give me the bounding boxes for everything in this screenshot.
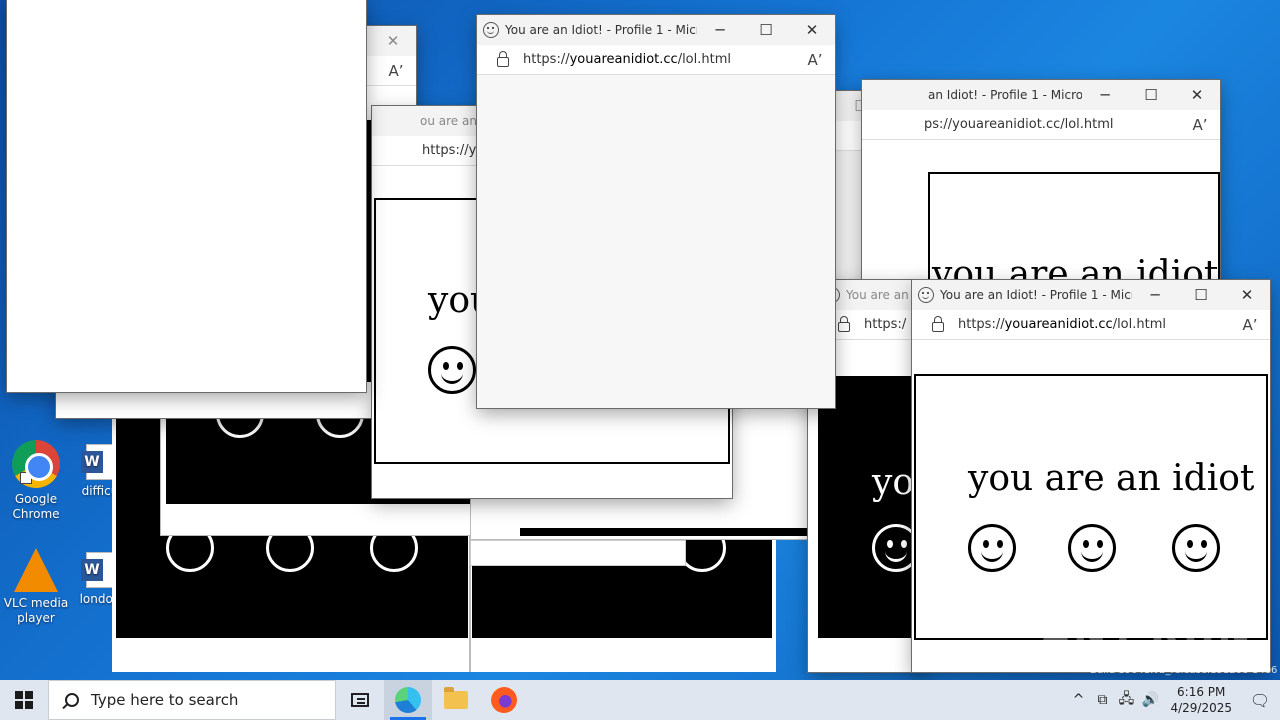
taskbar-file-explorer[interactable] xyxy=(432,680,480,720)
display-icon[interactable]: ⧉ xyxy=(1090,692,1114,708)
minimize-icon[interactable]: ─ xyxy=(697,15,743,45)
address-bar[interactable]: https://youareanidiot.cc/lol.html A’ xyxy=(912,310,1270,340)
title-bar[interactable]: You are an Idiot! - Profile 1 - Micro...… xyxy=(912,280,1270,310)
network-icon[interactable]: 🖧 xyxy=(1114,688,1138,712)
idiot-page-box: you are an idiot xyxy=(914,374,1268,640)
maximize-icon[interactable]: ☐ xyxy=(1128,80,1174,110)
read-aloud-icon[interactable]: A’ xyxy=(1230,316,1270,334)
desktop-icon-label: VLC media player xyxy=(3,596,69,625)
desktop-icon-label: Google Chrome xyxy=(12,492,60,521)
search-icon xyxy=(65,693,79,707)
chevron-up-icon[interactable]: ^ xyxy=(1066,692,1090,708)
maximize-icon[interactable]: ☐ xyxy=(743,15,789,45)
smiley-icon xyxy=(968,524,1016,572)
taskbar-search[interactable]: Type here to search xyxy=(48,680,336,720)
idiot-text: yo xyxy=(872,462,915,503)
word-document-icon xyxy=(81,444,114,480)
volume-icon[interactable]: 🔊 xyxy=(1138,692,1162,708)
blank-window[interactable] xyxy=(7,0,366,392)
url-text[interactable]: ps://youareanidiot.cc/lol.html xyxy=(862,117,1180,132)
idiot-text: you are an idiot xyxy=(968,458,1255,499)
smiley-icon xyxy=(428,346,476,394)
maximize-icon[interactable]: ☐ xyxy=(1178,280,1224,310)
folder-icon xyxy=(444,687,468,709)
clock[interactable]: 6:16 PM 4/29/2025 xyxy=(1162,684,1240,716)
notification-icon[interactable]: 🗨 xyxy=(1240,680,1280,720)
close-icon[interactable]: ✕ xyxy=(789,15,835,45)
windows-logo-icon xyxy=(15,691,33,709)
read-aloud-icon[interactable]: A’ xyxy=(376,62,416,80)
smiley-tab-icon xyxy=(483,22,499,38)
lock-icon xyxy=(497,50,509,67)
read-aloud-icon[interactable]: A’ xyxy=(795,51,835,69)
edge-icon xyxy=(395,687,421,713)
task-view-button[interactable] xyxy=(336,680,384,720)
window-title: You are an Idiot! - Profile 1 - Micro... xyxy=(505,23,697,37)
title-bar[interactable]: an Idiot! - Profile 1 - Micro... ─ ☐ ✕ xyxy=(862,80,1220,110)
page-content xyxy=(477,75,835,408)
search-placeholder: Type here to search xyxy=(91,691,239,709)
desktop: Google Chrome difficu VLC media player l… xyxy=(0,0,1280,680)
clock-time: 6:16 PM xyxy=(1177,685,1226,699)
chrome-icon xyxy=(12,440,60,488)
url-text[interactable]: https://youareanidiot.cc/lol.html xyxy=(958,317,1230,332)
url-text[interactable]: https://youareanidiot.cc/lol.html xyxy=(523,52,795,67)
popup-window-background xyxy=(470,540,686,566)
taskbar-edge[interactable] xyxy=(384,680,432,720)
window-title: an Idiot! - Profile 1 - Micro... xyxy=(928,88,1082,102)
popup-page-black xyxy=(520,528,808,536)
title-bar[interactable]: You are an Idiot! - Profile 1 - Micro...… xyxy=(477,15,835,45)
desktop-icon-vlc[interactable]: VLC media player xyxy=(0,548,72,626)
task-view-icon xyxy=(351,693,369,707)
lock-icon xyxy=(838,315,850,332)
window-title: You are an Idiot! - Profile 1 - Micro... xyxy=(940,288,1132,302)
lock-icon xyxy=(932,315,944,332)
smiley-tab-icon xyxy=(918,287,934,303)
close-icon[interactable]: ✕ xyxy=(1224,280,1270,310)
watermark: ANY.RUN xyxy=(1040,612,1253,658)
taskbar-firefox[interactable] xyxy=(480,680,528,720)
minimize-icon[interactable]: ─ xyxy=(1132,280,1178,310)
close-icon[interactable]: ✕ xyxy=(370,26,416,56)
word-document-icon xyxy=(81,552,114,588)
desktop-icon-chrome[interactable]: Google Chrome xyxy=(0,440,72,522)
smiley-icon xyxy=(1068,524,1116,572)
close-icon[interactable]: ✕ xyxy=(1174,80,1220,110)
smiley-icon xyxy=(1172,524,1220,572)
build-info: Build 19041.vb_release.191206-1406 xyxy=(1090,665,1278,676)
read-aloud-icon[interactable]: A’ xyxy=(1180,116,1220,134)
start-button[interactable] xyxy=(0,680,48,720)
address-bar[interactable]: https://youareanidiot.cc/lol.html A’ xyxy=(477,45,835,75)
vlc-icon xyxy=(14,548,58,592)
address-bar[interactable]: ps://youareanidiot.cc/lol.html A’ xyxy=(862,110,1220,140)
browser-window-front[interactable]: You are an Idiot! - Profile 1 - Micro...… xyxy=(477,15,835,408)
taskbar: Type here to search ^ ⧉ 🖧 🔊 6:16 PM 4/29… xyxy=(0,680,1280,720)
clock-date: 4/29/2025 xyxy=(1170,701,1232,715)
system-tray: ^ ⧉ 🖧 🔊 6:16 PM 4/29/2025 🗨 xyxy=(1066,680,1280,720)
minimize-icon[interactable]: ─ xyxy=(1082,80,1128,110)
firefox-icon xyxy=(491,687,517,713)
